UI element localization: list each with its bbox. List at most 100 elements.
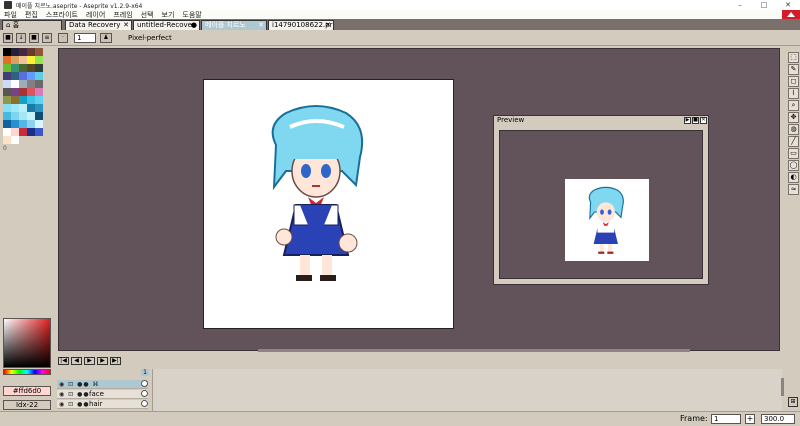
tab-untitled-recovery[interactable]: untitled-Recove ●	[133, 20, 200, 30]
cel-dot[interactable]	[141, 380, 148, 387]
menu-frame[interactable]: 프레임	[109, 10, 136, 20]
palette-swatch[interactable]	[11, 128, 19, 136]
palette-swatch[interactable]	[19, 112, 27, 120]
play-icon[interactable]: ▶	[684, 117, 691, 124]
palette-swatch[interactable]	[11, 104, 19, 112]
palette-swatch[interactable]	[11, 80, 19, 88]
menu-sprite[interactable]: 스프라이트	[42, 10, 82, 20]
menu-edit[interactable]: 편집	[21, 10, 42, 20]
frame-header-1[interactable]: 1	[141, 369, 149, 376]
palette-swatch[interactable]	[19, 120, 27, 128]
palette-swatch[interactable]	[3, 48, 11, 56]
palette-swatch[interactable]	[3, 56, 11, 64]
contour-icon[interactable]: ◐	[788, 172, 799, 183]
tab-data-recovery[interactable]: Data Recovery ✕	[65, 20, 132, 30]
zoom-input[interactable]: 300.0	[761, 414, 795, 424]
blur-icon[interactable]: ≈	[788, 184, 799, 195]
tab-i14790108622[interactable]: i14790108622.pr ✕	[268, 20, 334, 30]
palette-swatch[interactable]	[27, 80, 35, 88]
palette-swatch[interactable]	[35, 96, 43, 104]
layer-visibility-lock-icons[interactable]: ◉ ⊡ ●● ⌘	[59, 381, 99, 388]
palette-swatch[interactable]	[11, 120, 19, 128]
palette-swatch[interactable]	[11, 56, 19, 64]
palette-swatch[interactable]	[19, 128, 27, 136]
palette-swatch[interactable]	[35, 88, 43, 96]
palette-swatch[interactable]	[3, 104, 11, 112]
preview-titlebar[interactable]: Preview ▶ ■ ✕	[494, 116, 708, 125]
palette-swatch[interactable]	[11, 72, 19, 80]
brush-shape-icon[interactable]: ·	[58, 33, 68, 43]
palette-swatch[interactable]	[11, 48, 19, 56]
palette-swatch[interactable]	[27, 56, 35, 64]
palette-swatch[interactable]	[19, 56, 27, 64]
layer-row[interactable]: ◉ ⊡ ●● face	[57, 390, 148, 399]
palette-swatch[interactable]	[27, 112, 35, 120]
menu-select[interactable]: 선택	[137, 10, 158, 20]
brush-square-icon[interactable]: ■	[29, 33, 39, 43]
line-icon[interactable]: ╱	[788, 136, 799, 147]
eraser-icon[interactable]: ◻	[788, 76, 799, 87]
last-frame-button[interactable]: ▶|	[110, 357, 121, 365]
close-icon[interactable]: ✕	[123, 21, 129, 29]
palette-swatch[interactable]	[35, 48, 43, 56]
previous-frame-button[interactable]: ◀	[71, 357, 82, 365]
palette-swatch[interactable]	[27, 48, 35, 56]
bucket-icon[interactable]: ◍	[788, 124, 799, 135]
palette-swatch[interactable]	[11, 88, 19, 96]
cel-dot[interactable]	[141, 390, 148, 397]
palette-swatch[interactable]	[3, 72, 11, 80]
palette-swatch[interactable]	[27, 120, 35, 128]
palette-swatch[interactable]	[27, 64, 35, 72]
pencil-icon[interactable]: ✎	[788, 64, 799, 75]
palette-swatch[interactable]	[3, 64, 11, 72]
rectangle-icon[interactable]: ▭	[788, 148, 799, 159]
close-icon[interactable]: ✕	[700, 117, 707, 124]
palette-swatch[interactable]	[19, 80, 27, 88]
palette-swatch[interactable]	[11, 64, 19, 72]
menu-file[interactable]: 파일	[0, 10, 21, 20]
menu-help[interactable]: 도움말	[178, 10, 205, 20]
maximize-button[interactable]: □	[752, 0, 776, 10]
timeline-scrollbar[interactable]	[781, 378, 784, 396]
brush-size-input[interactable]: 1	[74, 33, 96, 43]
palette-swatch[interactable]	[19, 104, 27, 112]
preview-window[interactable]: Preview ▶ ■ ✕	[493, 115, 709, 285]
modified-dot-icon[interactable]: ●	[191, 21, 197, 29]
palette-swatch[interactable]	[27, 88, 35, 96]
palette-swatch[interactable]	[35, 80, 43, 88]
layer-row[interactable]: ◉ ⊡ ●● ⌘	[57, 380, 148, 389]
preview-viewport[interactable]	[499, 130, 703, 279]
pin-icon[interactable]: ■	[692, 117, 699, 124]
menu-view[interactable]: 보기	[158, 10, 179, 20]
eyedropper-icon[interactable]: ⌇	[788, 88, 799, 99]
palette-swatch[interactable]	[3, 120, 11, 128]
sprite-canvas[interactable]	[203, 79, 454, 329]
palette-swatch[interactable]	[35, 64, 43, 72]
palette-swatch[interactable]	[27, 96, 35, 104]
color-spectrum[interactable]	[3, 318, 51, 368]
palette-swatch[interactable]	[3, 128, 11, 136]
layer-row[interactable]: ◉ ⊡ ●● hair	[57, 400, 148, 409]
palette-swatch[interactable]	[27, 72, 35, 80]
lock-icon[interactable]: ■	[3, 33, 13, 43]
palette-swatch[interactable]	[3, 80, 11, 88]
pixel-perfect-label[interactable]: Pixel-perfect	[128, 33, 172, 43]
tab-maple-cirno[interactable]: 메이플 치르노 ✕	[201, 20, 267, 30]
brush-type-icon[interactable]: ≡	[42, 33, 52, 43]
palette-swatch[interactable]	[35, 104, 43, 112]
foreground-color-button[interactable]: #ffd6d0	[3, 386, 51, 396]
minimize-button[interactable]: –	[728, 0, 752, 10]
palette-swatch[interactable]	[3, 88, 11, 96]
menu-layer[interactable]: 레이어	[82, 10, 109, 20]
frames-area[interactable]	[152, 369, 782, 411]
zoom-icon[interactable]: ⌕	[788, 100, 799, 111]
timeline-config-icon[interactable]: ⊞	[788, 397, 798, 407]
brush-pressure-icon[interactable]: ♟	[100, 33, 112, 43]
tab-home[interactable]: ⌂ 홈	[2, 20, 62, 30]
palette-swatch[interactable]	[35, 112, 43, 120]
palette-swatch[interactable]	[35, 128, 43, 136]
palette-swatch[interactable]	[19, 48, 27, 56]
palette-swatch[interactable]	[19, 88, 27, 96]
close-window-button[interactable]: ✕	[776, 0, 800, 10]
close-icon[interactable]: ✕	[258, 21, 264, 29]
